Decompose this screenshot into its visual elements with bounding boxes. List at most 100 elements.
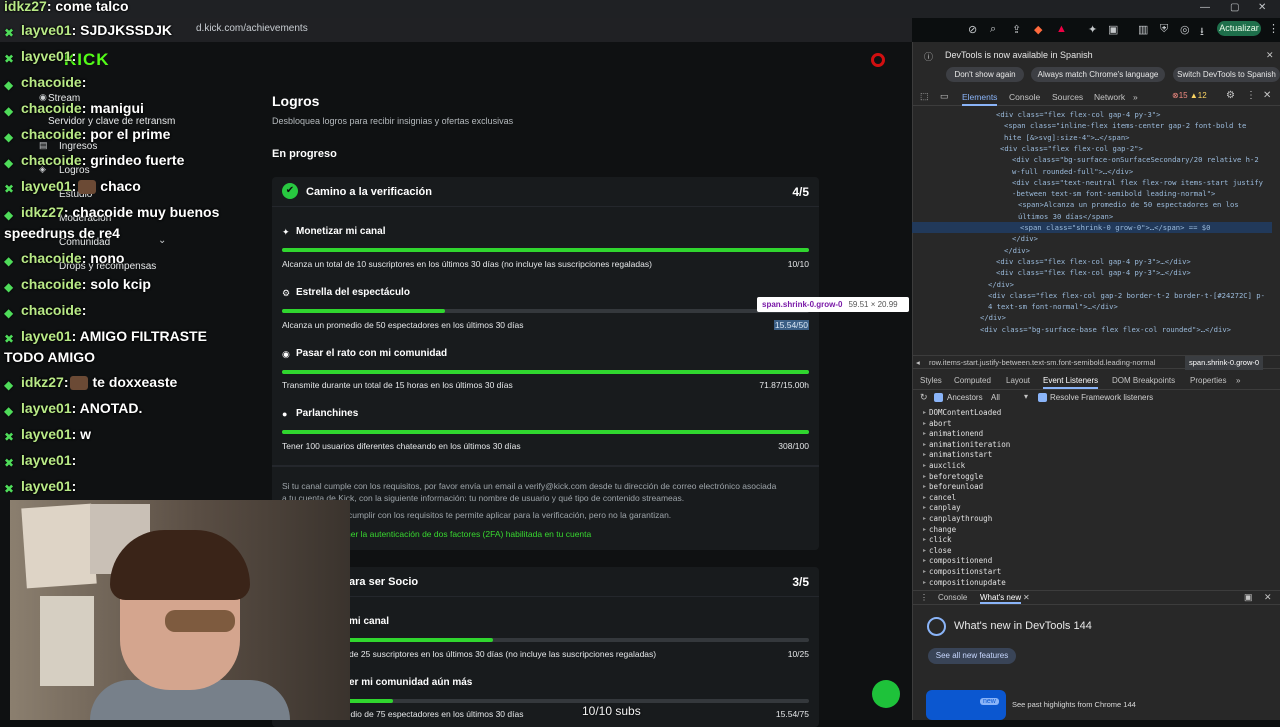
device-icon[interactable]: ▭ (940, 91, 949, 102)
chevron-down-icon[interactable]: ▾ (1024, 392, 1028, 401)
chat-username[interactable]: chacoide (21, 100, 82, 116)
sidebar-item-ingresos[interactable]: Ingresos (59, 141, 97, 152)
switch-spanish-button[interactable]: Switch DevTools to Spanish (1173, 67, 1280, 82)
highlights-card[interactable]: new (926, 690, 1006, 720)
chat-username[interactable]: chacoide (21, 152, 82, 168)
breadcrumb-item[interactable]: row.items-start.justify-between.text-sm.… (929, 356, 1155, 370)
event-listener-item[interactable]: auxclick (929, 461, 965, 470)
dont-show-again-button[interactable]: Don't show again (946, 67, 1024, 82)
dom-node-line[interactable]: <div class="flex flex-col gap-2 border-t… (988, 290, 1265, 301)
drawer-tab-whats-new[interactable]: What's new (980, 593, 1022, 604)
maximize-icon[interactable]: ▢ (1230, 2, 1239, 13)
update-button[interactable]: Actualizar (1217, 21, 1261, 36)
expand-arrow-icon[interactable]: ▸ (923, 483, 926, 490)
expand-arrow-icon[interactable]: ▸ (923, 557, 926, 564)
tab-styles[interactable]: Styles (920, 376, 942, 385)
expand-arrow-icon[interactable]: ▸ (923, 515, 926, 522)
expand-arrow-icon[interactable]: ▸ (923, 430, 926, 437)
chat-username[interactable]: chacoide (21, 250, 82, 266)
tab-network[interactable]: Network (1094, 92, 1125, 102)
event-listener-item[interactable]: canplaythrough (929, 514, 992, 523)
filter-select[interactable]: All (991, 393, 1000, 402)
drawer-tab-console[interactable]: Console (938, 593, 967, 602)
url-text[interactable]: d.kick.com/achievements (196, 23, 308, 34)
chat-username[interactable]: idkz27 (21, 204, 64, 220)
event-listener-item[interactable]: compositionstart (929, 567, 1001, 576)
event-listener-item[interactable]: canplay (929, 503, 961, 512)
wallet-icon[interactable]: ▣ (1108, 23, 1118, 36)
minimize-icon[interactable]: — (1200, 2, 1210, 13)
chat-username[interactable]: chacoide (21, 74, 82, 90)
dom-node-line[interactable]: <div class="flex flex-col gap-4 py-3"> (996, 109, 1160, 120)
sidebar-toggle-icon[interactable]: ▥ (1138, 23, 1148, 36)
event-listener-item[interactable]: cancel (929, 493, 956, 502)
highlights-text[interactable]: See past highlights from Chrome 144 (1012, 700, 1136, 709)
brave-shield-icon[interactable]: ◆ (1034, 23, 1042, 36)
event-listener-item[interactable]: change (929, 525, 956, 534)
framework-checkbox[interactable] (1038, 393, 1047, 402)
shield-icon[interactable]: ◎ (1180, 23, 1190, 36)
settings-icon[interactable]: ⚙ (1226, 90, 1235, 101)
expand-arrow-icon[interactable]: ▸ (923, 579, 926, 586)
dom-node-line[interactable]: </div> (1012, 233, 1038, 244)
dock-icon[interactable]: ▣ (1244, 592, 1253, 603)
expand-arrow-icon[interactable]: ▸ (923, 568, 926, 575)
chat-username[interactable]: layve01 (21, 328, 72, 344)
event-listener-item[interactable]: compositionend (929, 556, 992, 565)
tab-console[interactable]: Console (1009, 92, 1040, 102)
expand-arrow-icon[interactable]: ▸ (923, 547, 926, 554)
expand-arrow-icon[interactable]: ▸ (923, 462, 926, 469)
expand-arrow-icon[interactable]: ▸ (923, 494, 926, 501)
chat-username[interactable]: idkz27 (21, 374, 64, 390)
inspect-icon[interactable]: ⬚ (920, 91, 929, 102)
chat-username[interactable]: layve01 (21, 478, 72, 494)
tab-sources[interactable]: Sources (1052, 92, 1083, 102)
see-all-features-button[interactable]: See all new features (928, 648, 1016, 664)
zoom-icon[interactable]: ⌕ (990, 23, 996, 36)
rewards-icon[interactable]: ▲ (1056, 23, 1067, 35)
chat-username[interactable]: layve01 (21, 48, 72, 64)
support-chat-button[interactable] (872, 680, 900, 708)
tab-properties[interactable]: Properties (1190, 376, 1226, 385)
expand-arrow-icon[interactable]: ▸ (923, 473, 926, 480)
vpn-icon[interactable]: ⛨ (1160, 23, 1168, 36)
dom-node-line[interactable]: </div> (980, 312, 1006, 323)
eye-off-icon[interactable]: ⊘ (968, 23, 977, 36)
menu-icon[interactable]: ⋮ (1268, 22, 1279, 35)
event-listener-item[interactable]: animationstart (929, 450, 992, 459)
chat-username[interactable]: chacoide (21, 302, 82, 318)
expand-arrow-icon[interactable]: ▸ (923, 536, 926, 543)
dom-node-line[interactable]: <div class="flex flex-col gap-2"> (1000, 143, 1143, 154)
more-tabs-icon[interactable]: » (1133, 92, 1138, 102)
event-listener-item[interactable]: compositionupdate (929, 578, 1006, 587)
dom-node-line[interactable]: hite [&>svg]:size-4">…</span> (1004, 132, 1130, 143)
breadcrumb-item-selected[interactable]: span.shrink-0.grow-0 (1185, 356, 1264, 370)
2fa-link[interactable]: ner la autenticación de dos factores (2F… (346, 529, 591, 539)
event-listener-item[interactable]: beforetoggle (929, 472, 983, 481)
close-devtools-icon[interactable]: ✕ (1263, 90, 1271, 101)
close-tab-icon[interactable]: ✕ (1023, 593, 1030, 602)
dom-node-line[interactable]: -between text-sm font-semibold leading-n… (1012, 188, 1215, 199)
expand-arrow-icon[interactable]: ▸ (923, 504, 926, 511)
dom-node-line[interactable]: <div class="text-neutral flex flex-row i… (1012, 177, 1263, 188)
tab-computed[interactable]: Computed (954, 376, 991, 385)
expand-arrow-icon[interactable]: ▸ (923, 441, 926, 448)
event-listener-item[interactable]: animationiteration (929, 440, 1010, 449)
tab-event-listeners[interactable]: Event Listeners (1043, 376, 1099, 389)
drawer-menu-icon[interactable]: ⋮ (920, 593, 928, 602)
error-count[interactable]: ⊗15 ▲12 (1172, 91, 1207, 100)
chat-username[interactable]: layve01 (21, 400, 72, 416)
event-listener-item[interactable]: beforeunload (929, 482, 983, 491)
event-listener-item[interactable]: abort (929, 419, 952, 428)
chevron-down-icon[interactable]: ⌄ (158, 235, 166, 246)
more-options-icon[interactable]: ⋮ (1246, 90, 1256, 101)
tab-layout[interactable]: Layout (1006, 376, 1030, 385)
expand-arrow-icon[interactable]: ▸ (923, 526, 926, 533)
expand-arrow-icon[interactable]: ▸ (923, 420, 926, 427)
dom-node-line[interactable]: últimos 30 días</span> (1018, 211, 1113, 222)
dom-node-line[interactable]: <div class="bg-surface-onSurfaceSecondar… (1012, 154, 1259, 165)
chat-username[interactable]: layve01 (21, 452, 72, 468)
expand-arrow-icon[interactable]: ▸ (923, 409, 926, 416)
chat-username[interactable]: chacoide (21, 126, 82, 142)
dom-node-line[interactable]: </div> (1004, 245, 1030, 256)
